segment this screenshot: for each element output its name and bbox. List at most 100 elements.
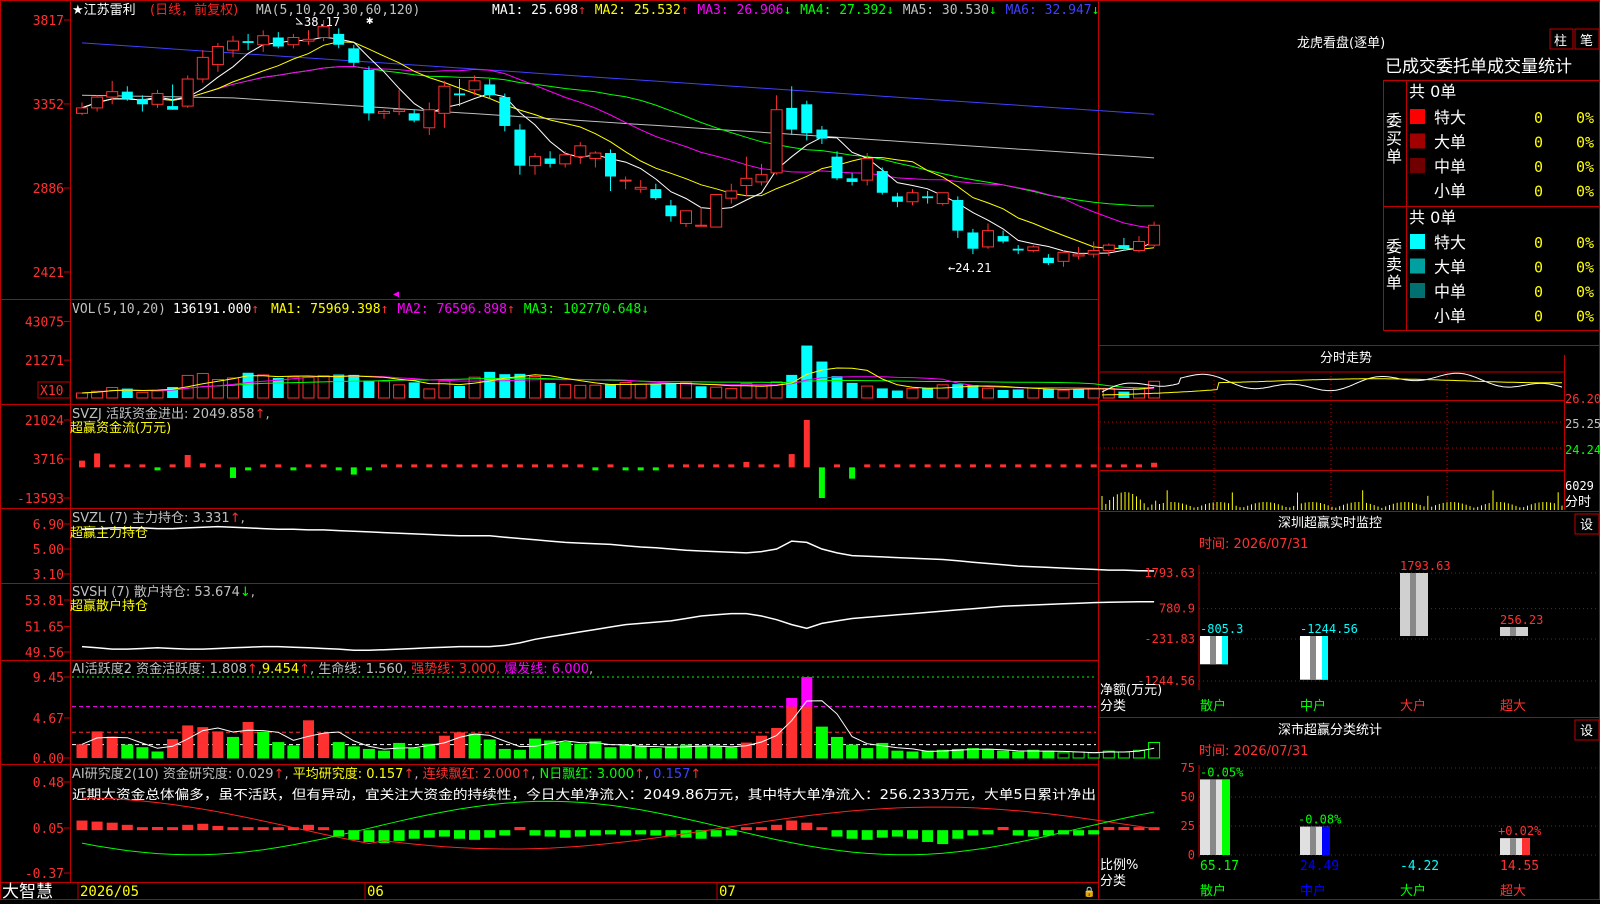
- candle-body[interactable]: [831, 156, 843, 179]
- candle-body[interactable]: [801, 104, 813, 134]
- candle-body[interactable]: [1042, 257, 1054, 264]
- candle-body[interactable]: [408, 113, 420, 121]
- sz-class-change-label: +0.02%: [1498, 824, 1542, 838]
- candle-body[interactable]: [619, 179, 632, 182]
- candle-body[interactable]: [529, 156, 541, 167]
- order-type-name: 中单: [1434, 157, 1466, 176]
- dragon-tiger-panel[interactable]: 龙虎看盘(逐单) 柱 笔 已成交委托单成交量统计 共 0单 共 0单 委买单 委…: [1297, 28, 1600, 326]
- sz-monitor-panel[interactable]: 深圳超赢实时监控 设 时间: 2026/07/31 1793.63 780.9 -2…: [1100, 513, 1600, 714]
- candle-body[interactable]: [227, 40, 239, 51]
- volume-bar: [634, 383, 647, 399]
- main-kline-panel[interactable]: ★江苏雷利 (日线，前复权) MA(5,10,20,30,60,120) MA1…: [33, 2, 1161, 300]
- candles[interactable]: [76, 20, 1161, 267]
- candle-body[interactable]: [816, 129, 828, 139]
- lock-icon[interactable]: 🔒: [1083, 886, 1095, 898]
- ai-research-bar: [257, 827, 269, 831]
- candle-body[interactable]: [755, 174, 768, 183]
- candle-body[interactable]: [544, 158, 556, 164]
- candle-body[interactable]: [393, 109, 406, 113]
- candle-body[interactable]: [1087, 250, 1100, 255]
- candle-body[interactable]: [861, 157, 874, 181]
- candle-body[interactable]: [333, 33, 345, 45]
- sz-class-change-label: -0.05%: [1200, 765, 1244, 779]
- candle-body[interactable]: [76, 107, 88, 114]
- candle-body[interactable]: [468, 80, 481, 91]
- candle-body[interactable]: [725, 190, 738, 199]
- candle-body[interactable]: [710, 194, 723, 228]
- candle-body[interactable]: [91, 96, 104, 109]
- sz-monitor-xlabel: 分类: [1100, 699, 1126, 714]
- candle-body[interactable]: [181, 78, 194, 107]
- candle-body[interactable]: [695, 224, 708, 227]
- candle-body[interactable]: [876, 171, 888, 193]
- ai2-bar: [197, 727, 209, 758]
- candle-body[interactable]: [589, 152, 602, 159]
- candle-body[interactable]: [438, 85, 451, 114]
- candle-body[interactable]: [1012, 248, 1024, 251]
- candle-body[interactable]: [514, 129, 526, 166]
- candle-body[interactable]: [680, 210, 692, 224]
- candle-body[interactable]: [136, 98, 148, 105]
- candle-body[interactable]: [770, 109, 783, 174]
- candle-body[interactable]: [1118, 245, 1130, 249]
- candle-body[interactable]: [196, 56, 209, 80]
- candle-body[interactable]: [559, 154, 572, 165]
- candle-body[interactable]: [650, 189, 662, 199]
- candle-body[interactable]: [454, 93, 465, 96]
- candle-body[interactable]: [1057, 251, 1070, 262]
- candle-body[interactable]: [151, 92, 164, 105]
- candle-body[interactable]: [952, 199, 964, 231]
- candle-body[interactable]: [740, 177, 753, 187]
- candle-body[interactable]: [106, 91, 119, 98]
- candle-body[interactable]: [846, 178, 858, 182]
- candle-body[interactable]: [484, 84, 496, 96]
- svsh-panel[interactable]: SVSH (7) 散户持仓: 53.674↓, 超赢散户持仓 53.81 51.6…: [25, 584, 1155, 661]
- candle-body[interactable]: [1072, 253, 1085, 257]
- candle-body[interactable]: [906, 192, 919, 203]
- candle-body[interactable]: [936, 192, 949, 205]
- candle-body[interactable]: [272, 37, 284, 47]
- candle-body[interactable]: [665, 205, 677, 217]
- volume-bar: [605, 384, 616, 398]
- candle-body[interactable]: [242, 41, 254, 43]
- candle-body[interactable]: [982, 230, 994, 248]
- ai2-bar: [604, 747, 617, 759]
- candle-body[interactable]: [634, 186, 647, 190]
- svzj-bar: [1015, 464, 1022, 468]
- ai-research-panel[interactable]: AI研究度2(10) 资金研究度: 0.029↑, 平均研究度: 0.157↑,…: [25, 766, 1160, 882]
- candle-body[interactable]: [891, 196, 903, 202]
- candle-body[interactable]: [423, 109, 436, 129]
- intraday-panel[interactable]: 分时走势 26.20 25.25 24.24 6029 分时: [1100, 350, 1600, 510]
- svzj-bar: [169, 464, 176, 468]
- candle-body[interactable]: [378, 111, 390, 114]
- ai-research-bar: [1118, 826, 1130, 831]
- candle-body[interactable]: [287, 37, 300, 46]
- candle-body[interactable]: [1148, 224, 1161, 246]
- candle-body[interactable]: [302, 38, 315, 42]
- candle-body[interactable]: [1133, 240, 1145, 252]
- candle-body[interactable]: [167, 106, 179, 110]
- candle-body[interactable]: [499, 97, 511, 126]
- candle-body[interactable]: [1102, 244, 1115, 252]
- candle-body[interactable]: [786, 107, 798, 130]
- ma-legend: MA1: 25.698↑ MA2: 25.532↑ MA3: 26.906↓ MA4:…: [492, 3, 1099, 18]
- candle-body[interactable]: [1027, 246, 1040, 252]
- ai-activity-panel[interactable]: AI活跃度2 资金活跃度: 1.808↑,9.454↑, 生命线: 1.560,…: [33, 661, 1161, 767]
- svzj-panel[interactable]: SVZJ 活跃资金进出: 2049.858↑, 超赢资金流(万元) 21024 3…: [17, 406, 1158, 507]
- candle-body[interactable]: [997, 236, 1009, 242]
- volume-panel[interactable]: VOL(5,10,20) 136191.000↑ MA1: 75969.398↑…: [25, 302, 1161, 399]
- candle-body[interactable]: [605, 153, 616, 177]
- candle-body[interactable]: [211, 46, 224, 66]
- sz-monitor-category: 中户: [1300, 698, 1326, 714]
- candle-body[interactable]: [348, 48, 360, 63]
- candle-body[interactable]: [257, 35, 270, 46]
- candle-body[interactable]: [967, 232, 979, 249]
- svzj-bar: [1105, 464, 1112, 468]
- candle-body[interactable]: [574, 145, 587, 158]
- svzl-panel[interactable]: SVZL (7) 主力持仓: 3.331↑, 超赢主力持仓 6.905.003.…: [33, 511, 1155, 583]
- chart-stage[interactable]: ★江苏雷利 (日线，前复权) MA(5,10,20,30,60,120) MA1…: [0, 0, 1600, 902]
- candle-body[interactable]: [121, 91, 133, 99]
- sz-class-panel[interactable]: 深市超赢分类统计 设 时间: 2026/07/31 75 50 25 0 -0.05% 6…: [1100, 719, 1600, 899]
- candle-body[interactable]: [922, 196, 934, 199]
- candle-body[interactable]: [363, 70, 375, 114]
